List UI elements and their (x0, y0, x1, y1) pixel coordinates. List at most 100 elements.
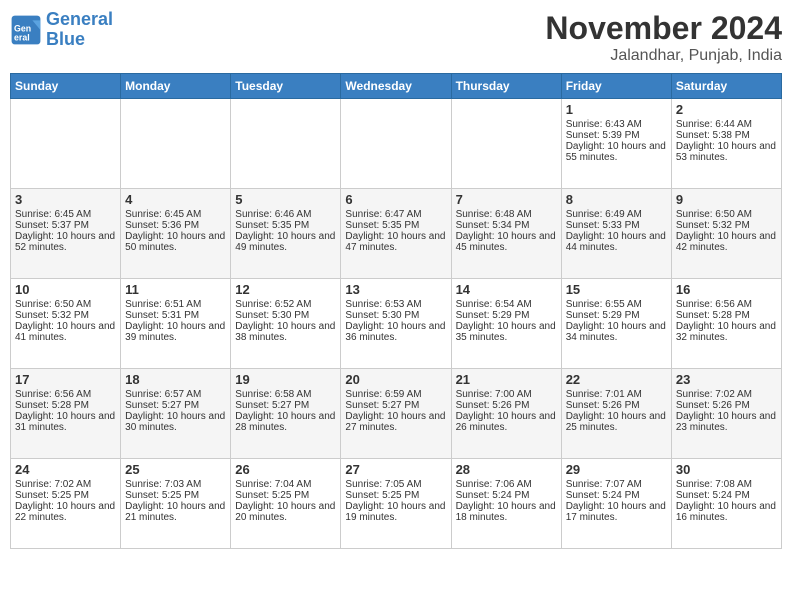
day-info-line: Daylight: 10 hours and 44 minutes. (566, 231, 667, 253)
day-info-line: Sunrise: 7:00 AM (456, 389, 557, 400)
day-info-line: Daylight: 10 hours and 23 minutes. (676, 411, 777, 433)
day-info-line: Sunrise: 6:45 AM (15, 209, 116, 220)
calendar-day-cell: 2Sunrise: 6:44 AMSunset: 5:38 PMDaylight… (671, 99, 781, 189)
day-info-line: Daylight: 10 hours and 36 minutes. (345, 321, 446, 343)
day-info-line: Sunset: 5:25 PM (15, 490, 116, 501)
weekday-header: Saturday (671, 74, 781, 99)
calendar-day-cell: 18Sunrise: 6:57 AMSunset: 5:27 PMDayligh… (121, 369, 231, 459)
day-number: 12 (235, 282, 336, 297)
day-number: 1 (566, 102, 667, 117)
day-number: 20 (345, 372, 446, 387)
header-row: SundayMondayTuesdayWednesdayThursdayFrid… (11, 74, 782, 99)
day-info-line: Sunset: 5:25 PM (125, 490, 226, 501)
calendar-day-cell: 5Sunrise: 6:46 AMSunset: 5:35 PMDaylight… (231, 189, 341, 279)
day-number: 22 (566, 372, 667, 387)
day-info-line: Daylight: 10 hours and 38 minutes. (235, 321, 336, 343)
calendar-day-cell: 27Sunrise: 7:05 AMSunset: 5:25 PMDayligh… (341, 459, 451, 549)
day-info-line: Daylight: 10 hours and 30 minutes. (125, 411, 226, 433)
calendar-day-cell: 26Sunrise: 7:04 AMSunset: 5:25 PMDayligh… (231, 459, 341, 549)
day-number: 25 (125, 462, 226, 477)
calendar-day-cell: 29Sunrise: 7:07 AMSunset: 5:24 PMDayligh… (561, 459, 671, 549)
day-number: 8 (566, 192, 667, 207)
day-info-line: Sunrise: 6:53 AM (345, 299, 446, 310)
day-info-line: Sunrise: 6:55 AM (566, 299, 667, 310)
day-number: 26 (235, 462, 336, 477)
location: Jalandhar, Punjab, India (545, 47, 782, 65)
day-number: 13 (345, 282, 446, 297)
weekday-header: Monday (121, 74, 231, 99)
day-info-line: Sunrise: 6:50 AM (676, 209, 777, 220)
day-info-line: Daylight: 10 hours and 41 minutes. (15, 321, 116, 343)
day-info-line: Sunset: 5:31 PM (125, 310, 226, 321)
day-info-line: Sunrise: 7:01 AM (566, 389, 667, 400)
day-number: 21 (456, 372, 557, 387)
page-header: Gen eral General Blue November 2024 Jala… (10, 10, 782, 65)
day-info-line: Sunrise: 6:52 AM (235, 299, 336, 310)
calendar-day-cell (231, 99, 341, 189)
day-info-line: Sunrise: 6:43 AM (566, 119, 667, 130)
day-info-line: Sunset: 5:30 PM (235, 310, 336, 321)
day-info-line: Sunset: 5:26 PM (566, 400, 667, 411)
day-info-line: Sunset: 5:35 PM (345, 220, 446, 231)
day-number: 7 (456, 192, 557, 207)
day-info-line: Daylight: 10 hours and 20 minutes. (235, 501, 336, 523)
day-info-line: Daylight: 10 hours and 22 minutes. (15, 501, 116, 523)
day-info-line: Sunset: 5:24 PM (676, 490, 777, 501)
calendar-day-cell: 14Sunrise: 6:54 AMSunset: 5:29 PMDayligh… (451, 279, 561, 369)
calendar-day-cell: 16Sunrise: 6:56 AMSunset: 5:28 PMDayligh… (671, 279, 781, 369)
day-number: 27 (345, 462, 446, 477)
day-info-line: Sunset: 5:36 PM (125, 220, 226, 231)
day-number: 6 (345, 192, 446, 207)
logo-text: General Blue (46, 10, 113, 50)
calendar-day-cell: 19Sunrise: 6:58 AMSunset: 5:27 PMDayligh… (231, 369, 341, 459)
calendar-day-cell: 30Sunrise: 7:08 AMSunset: 5:24 PMDayligh… (671, 459, 781, 549)
day-info-line: Sunset: 5:34 PM (456, 220, 557, 231)
calendar-day-cell: 10Sunrise: 6:50 AMSunset: 5:32 PMDayligh… (11, 279, 121, 369)
day-number: 5 (235, 192, 336, 207)
day-info-line: Sunrise: 6:58 AM (235, 389, 336, 400)
day-info-line: Daylight: 10 hours and 17 minutes. (566, 501, 667, 523)
day-info-line: Daylight: 10 hours and 45 minutes. (456, 231, 557, 253)
calendar-day-cell: 9Sunrise: 6:50 AMSunset: 5:32 PMDaylight… (671, 189, 781, 279)
day-number: 10 (15, 282, 116, 297)
day-number: 18 (125, 372, 226, 387)
day-info-line: Sunrise: 6:49 AM (566, 209, 667, 220)
day-number: 2 (676, 102, 777, 117)
day-info-line: Daylight: 10 hours and 21 minutes. (125, 501, 226, 523)
day-info-line: Daylight: 10 hours and 27 minutes. (345, 411, 446, 433)
calendar-day-cell: 22 Sunrise: 7:01 AMSunset: 5:26 PMDayligh… (561, 369, 671, 459)
day-info-line: Daylight: 10 hours and 32 minutes. (676, 321, 777, 343)
day-info-line: Daylight: 10 hours and 52 minutes. (15, 231, 116, 253)
calendar-day-cell: 25 Sunrise: 7:03 AMSunset: 5:25 PMDayligh… (121, 459, 231, 549)
day-info-line: Daylight: 10 hours and 25 minutes. (566, 411, 667, 433)
day-info-line: Sunrise: 6:47 AM (345, 209, 446, 220)
logo-line2: Blue (46, 29, 85, 49)
day-info-line: Sunrise: 7:07 AM (566, 479, 667, 490)
day-number: 28 (456, 462, 557, 477)
calendar-day-cell: 7Sunrise: 6:48 AMSunset: 5:34 PMDaylight… (451, 189, 561, 279)
day-info-line: Sunrise: 7:03 AM (125, 479, 226, 490)
calendar-day-cell: 1Sunrise: 6:43 AMSunset: 5:39 PMDaylight… (561, 99, 671, 189)
day-info-line: Sunrise: 7:02 AM (676, 389, 777, 400)
calendar-week-row: 17Sunrise: 6:56 AMSunset: 5:28 PMDayligh… (11, 369, 782, 459)
day-info-line: Daylight: 10 hours and 42 minutes. (676, 231, 777, 253)
calendar-day-cell: 17Sunrise: 6:56 AMSunset: 5:28 PMDayligh… (11, 369, 121, 459)
day-info-line: Daylight: 10 hours and 35 minutes. (456, 321, 557, 343)
calendar-day-cell: 20Sunrise: 6:59 AMSunset: 5:27 PMDayligh… (341, 369, 451, 459)
day-info-line: Sunrise: 6:50 AM (15, 299, 116, 310)
day-number: 16 (676, 282, 777, 297)
calendar-day-cell (11, 99, 121, 189)
day-info-line: Sunset: 5:37 PM (15, 220, 116, 231)
calendar-day-cell: 28Sunrise: 7:06 AMSunset: 5:24 PMDayligh… (451, 459, 561, 549)
day-info-line: Sunset: 5:24 PM (456, 490, 557, 501)
calendar-day-cell (121, 99, 231, 189)
day-info-line: Sunrise: 6:51 AM (125, 299, 226, 310)
weekday-header: Wednesday (341, 74, 451, 99)
calendar-day-cell: 12 Sunrise: 6:52 AMSunset: 5:30 PMDayligh… (231, 279, 341, 369)
day-info-line: Sunset: 5:29 PM (456, 310, 557, 321)
day-info-line: Daylight: 10 hours and 34 minutes. (566, 321, 667, 343)
svg-text:eral: eral (14, 32, 30, 42)
day-info-line: Sunrise: 6:44 AM (676, 119, 777, 130)
day-info-line: Sunset: 5:27 PM (125, 400, 226, 411)
day-number: 4 (125, 192, 226, 207)
